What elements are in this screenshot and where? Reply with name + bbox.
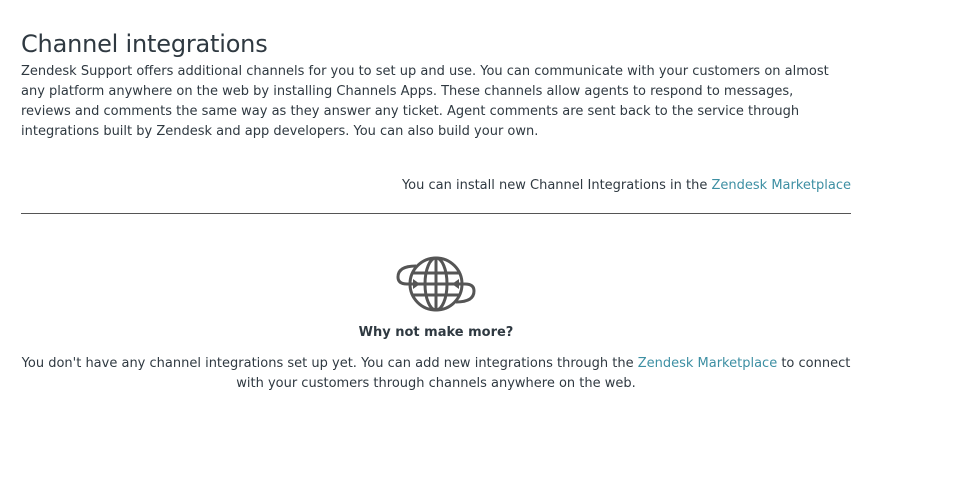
channel-integrations-page: Channel integrations Zendesk Support off… bbox=[0, 0, 956, 494]
divider bbox=[21, 213, 851, 214]
empty-state: Why not make more? You don't have any ch… bbox=[21, 252, 851, 394]
globe-arrows-icon bbox=[396, 256, 476, 312]
zendesk-marketplace-link[interactable]: Zendesk Marketplace bbox=[712, 178, 852, 193]
empty-state-marketplace-link[interactable]: Zendesk Marketplace bbox=[638, 356, 778, 371]
page-title: Channel integrations bbox=[21, 30, 268, 58]
empty-state-heading: Why not make more? bbox=[358, 325, 514, 340]
empty-state-text: You don't have any channel integrations … bbox=[21, 354, 851, 394]
install-hint-text: You can install new Channel Integrations… bbox=[401, 178, 712, 193]
install-hint: You can install new Channel Integrations… bbox=[402, 176, 851, 196]
page-description: Zendesk Support offers additional channe… bbox=[21, 64, 829, 139]
empty-state-text-before: You don't have any channel integrations … bbox=[21, 356, 638, 371]
